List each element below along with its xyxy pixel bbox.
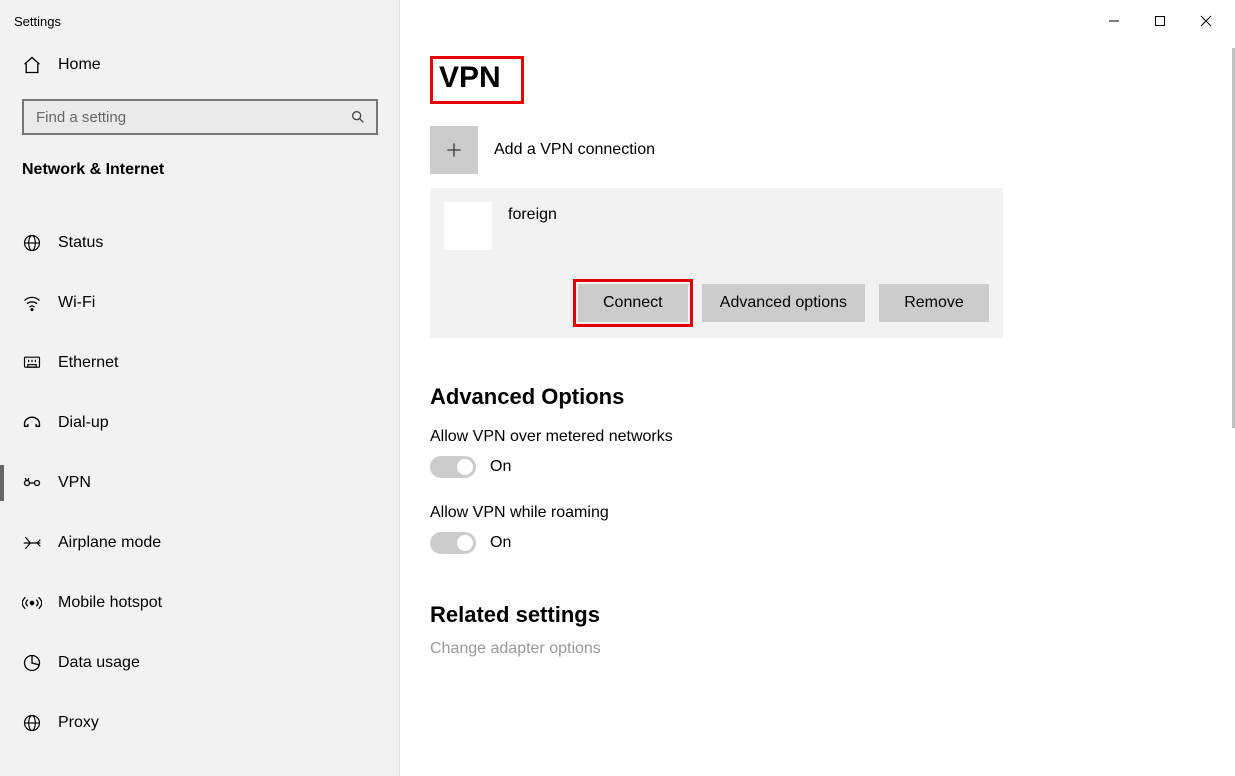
toggle-row-roaming: On [430,532,1235,554]
sidebar-item-dialup[interactable]: Dial-up [0,393,400,453]
sidebar-section-heading: Network & Internet [0,143,400,197]
globe-icon [22,713,42,733]
sidebar-item-label: Proxy [58,714,99,732]
dialup-icon [22,413,42,433]
advanced-options-heading: Advanced Options [430,384,1235,410]
sidebar-item-wifi[interactable]: Wi-Fi [0,273,400,333]
hotspot-icon [22,593,42,613]
toggle-metered[interactable] [430,456,476,478]
setting-label-roaming: Allow VPN while roaming [430,504,1235,522]
sidebar-item-label: Dial-up [58,414,109,432]
sidebar-item-ethernet[interactable]: Ethernet [0,333,400,393]
add-vpn-connection[interactable]: Add a VPN connection [430,126,1235,174]
toggle-roaming[interactable] [430,532,476,554]
search-input[interactable] [34,108,350,127]
vpn-icon [22,473,42,493]
maximize-icon [1154,15,1166,27]
toggle-state-metered: On [490,458,511,476]
related-settings-heading: Related settings [430,602,1235,628]
search-container [0,85,400,143]
connect-button[interactable]: Connect [578,284,688,322]
search-icon [350,109,366,125]
sidebar-item-proxy[interactable]: Proxy [0,693,400,753]
globe-net-icon [22,233,42,253]
sidebar-item-label: Mobile hotspot [58,594,162,612]
vpn-actions: Connect Advanced options Remove [444,284,989,322]
search-box[interactable] [22,99,378,135]
sidebar-item-label: Data usage [58,654,140,672]
window-controls [1091,6,1229,36]
main-content: VPN Add a VPN connection foreign Connect… [400,0,1235,776]
close-icon [1200,15,1212,27]
add-vpn-label: Add a VPN connection [494,141,655,159]
maximize-button[interactable] [1137,6,1183,36]
sidebar-item-hotspot[interactable]: Mobile hotspot [0,573,400,633]
ethernet-icon [22,353,42,373]
vpn-entry[interactable]: foreign [444,202,989,250]
vpn-connection-name: foreign [508,202,557,224]
sidebar-item-status[interactable]: Status [0,213,400,273]
window-title: Settings [0,10,400,45]
home-icon [22,55,42,75]
close-button[interactable] [1183,6,1229,36]
page-title-highlight: VPN [430,56,524,104]
setting-label-metered: Allow VPN over metered networks [430,428,1235,446]
sidebar-item-vpn[interactable]: VPN [0,453,400,513]
minimize-icon [1108,15,1120,27]
minimize-button[interactable] [1091,6,1137,36]
toggle-state-roaming: On [490,534,511,552]
sidebar-nav-list: Status Wi-Fi Ethernet [0,213,400,753]
toggle-row-metered: On [430,456,1235,478]
sidebar-item-label: Status [58,234,103,252]
sidebar-item-label: Ethernet [58,354,118,372]
vpn-connection-icon [444,202,492,250]
wifi-icon [22,293,42,313]
settings-window: Settings Home Network & Internet [0,0,1235,776]
sidebar-item-label: Airplane mode [58,534,161,552]
remove-button[interactable]: Remove [879,284,989,322]
sidebar-item-airplane[interactable]: Airplane mode [0,513,400,573]
plus-icon [444,140,464,160]
airplane-icon [22,533,42,553]
change-adapter-options-link[interactable]: Change adapter options [430,640,1235,658]
home-link[interactable]: Home [0,45,400,85]
sidebar-item-label: Wi-Fi [58,294,95,312]
vpn-connection-panel: foreign Connect Advanced options Remove [430,188,1003,338]
advanced-options-button[interactable]: Advanced options [702,284,865,322]
page-title: VPN [439,61,501,94]
sidebar-item-data-usage[interactable]: Data usage [0,633,400,693]
home-label: Home [58,56,101,74]
sidebar: Settings Home Network & Internet [0,0,400,776]
plus-tile [430,126,478,174]
sidebar-item-label: VPN [58,474,91,492]
data-usage-icon [22,653,42,673]
